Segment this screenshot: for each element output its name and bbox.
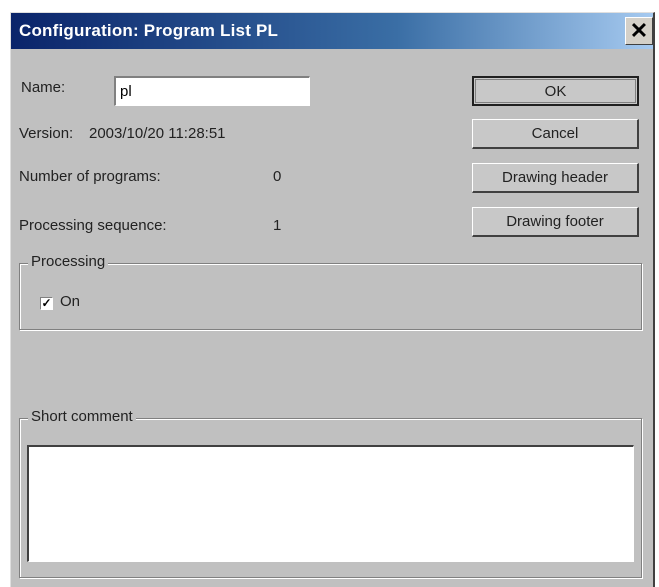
check-icon: ✓ — [41, 296, 52, 310]
title-bar[interactable]: Configuration: Program List PL ✕ — [11, 13, 653, 49]
processing-on-label[interactable]: On — [60, 293, 80, 310]
name-input[interactable] — [114, 76, 310, 106]
configuration-dialog: Configuration: Program List PL ✕ Name: V… — [10, 12, 655, 587]
short-comment-group-label: Short comment — [28, 408, 136, 425]
drawing-header-button[interactable]: Drawing header — [472, 163, 639, 193]
close-button[interactable]: ✕ — [625, 17, 653, 45]
number-of-programs-value: 0 — [273, 168, 282, 185]
window-title: Configuration: Program List PL — [19, 21, 279, 40]
short-comment-textarea[interactable] — [27, 445, 634, 562]
processing-on-checkbox[interactable]: ✓ — [40, 297, 53, 310]
processing-group: Processing ✓ On — [19, 253, 642, 330]
drawing-footer-button[interactable]: Drawing footer — [472, 207, 639, 237]
processing-group-label: Processing — [28, 253, 109, 270]
short-comment-group: Short comment — [19, 408, 642, 578]
cancel-button[interactable]: Cancel — [472, 119, 639, 149]
processing-sequence-value: 1 — [273, 217, 282, 234]
processing-sequence-label: Processing sequence: — [19, 217, 167, 234]
ok-button[interactable]: OK — [472, 76, 639, 106]
version-value: 2003/10/20 11:28:51 — [89, 125, 226, 142]
version-label: Version: — [19, 125, 74, 142]
close-icon: ✕ — [629, 18, 649, 43]
name-label: Name: — [21, 79, 66, 96]
number-of-programs-label: Number of programs: — [19, 168, 161, 185]
